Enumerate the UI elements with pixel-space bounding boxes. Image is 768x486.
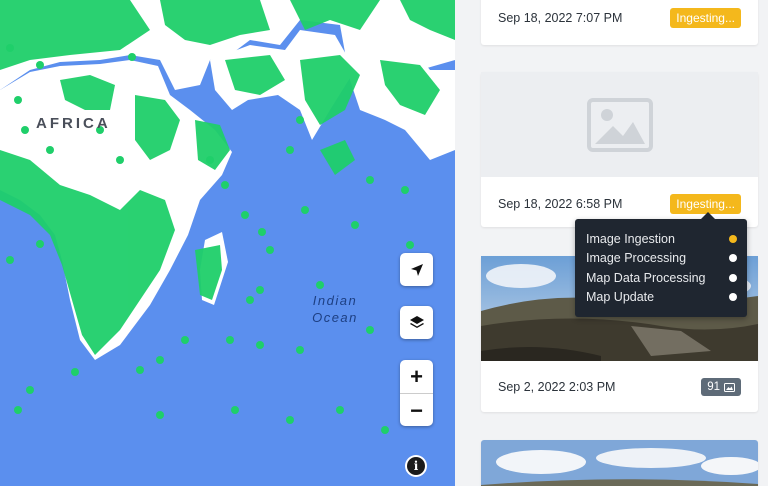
ocean-label: Indian Ocean [300, 292, 370, 326]
step-label: Map Update [586, 290, 655, 304]
step-row: Image Processing [586, 251, 737, 265]
step-row: Image Ingestion [586, 232, 737, 246]
sequence-date: Sep 2, 2022 2:03 PM [498, 380, 616, 394]
step-status-dot [729, 254, 737, 262]
info-button[interactable]: i [405, 455, 427, 477]
zoom-controls: + − [400, 360, 433, 426]
image-count-badge: 91 [701, 378, 741, 396]
step-status-dot [729, 293, 737, 301]
status-badge[interactable]: Ingesting... [670, 8, 741, 28]
status-badge[interactable]: Ingesting... [670, 194, 741, 214]
map-base [0, 0, 455, 434]
zoom-out-button[interactable]: − [400, 394, 433, 426]
ocean-label-line1: Indian [312, 293, 358, 308]
image-icon [724, 382, 735, 392]
step-label: Image Processing [586, 251, 687, 265]
layers-button[interactable] [400, 306, 433, 339]
map-view[interactable]: AFRICA Indian Ocean + − i [0, 0, 455, 486]
sequence-card[interactable] [481, 440, 758, 486]
step-status-dot [729, 274, 737, 282]
ocean-label-line2: Ocean [312, 310, 358, 325]
image-count: 91 [707, 381, 720, 393]
zoom-in-button[interactable]: + [400, 360, 433, 393]
sequence-card[interactable]: Sep 18, 2022 6:58 PM Ingesting... [481, 72, 758, 227]
step-label: Image Ingestion [586, 232, 675, 246]
step-status-dot [729, 235, 737, 243]
layers-icon [409, 315, 424, 328]
status-tooltip: Image Ingestion Image Processing Map Dat… [575, 212, 747, 317]
sequence-date: Sep 18, 2022 6:58 PM [498, 197, 623, 211]
region-label: AFRICA [36, 115, 111, 132]
thumbnail-placeholder [481, 72, 758, 177]
step-label: Map Data Processing [586, 271, 706, 285]
image-placeholder-icon [586, 97, 653, 152]
step-row: Map Update [586, 290, 737, 304]
info-icon: i [407, 457, 425, 475]
sequence-date: Sep 18, 2022 7:07 PM [498, 11, 623, 25]
sequence-card[interactable]: Sep 18, 2022 7:07 PM Ingesting... [481, 0, 758, 45]
step-row: Map Data Processing [586, 271, 737, 285]
navigation-arrow-icon [410, 263, 423, 276]
locate-button[interactable] [400, 253, 433, 286]
landscape-photo [481, 440, 758, 486]
